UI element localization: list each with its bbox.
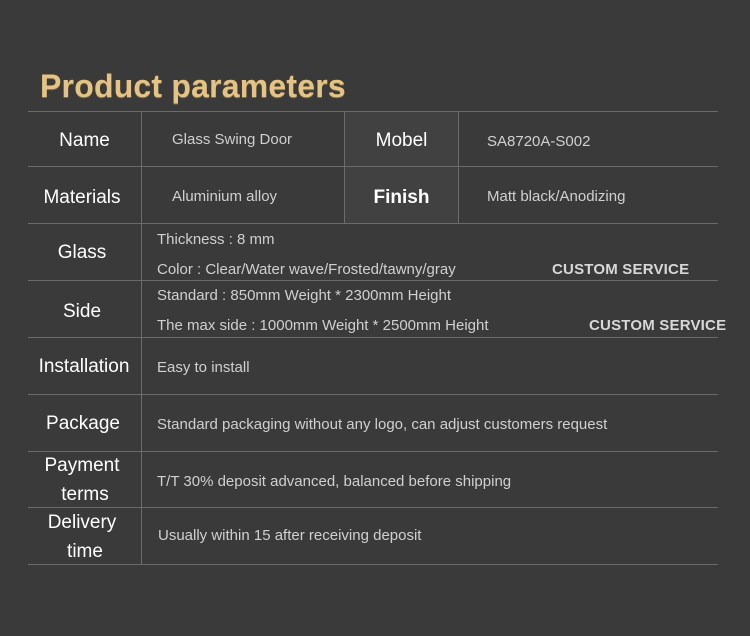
- delivery-label-line1: Delivery: [47, 512, 117, 533]
- finish-label: Finish: [373, 187, 430, 208]
- row-divider: [28, 337, 718, 338]
- column-divider: [458, 111, 459, 223]
- row-divider: [28, 223, 718, 224]
- materials-label: Materials: [43, 187, 121, 208]
- row-divider: [28, 111, 718, 112]
- glass-label: Glass: [57, 242, 107, 263]
- side-custom-service-badge: CUSTOM SERVICE: [589, 317, 727, 334]
- row-divider: [28, 280, 718, 281]
- delivery-label-line2: time: [67, 541, 103, 562]
- payment-label-line2: terms: [61, 484, 109, 505]
- row-divider: [28, 166, 718, 167]
- side-label: Side: [62, 301, 102, 322]
- finish-value: Matt black/Anodizing: [487, 188, 626, 205]
- glass-custom-service-badge: CUSTOM SERVICE: [552, 261, 690, 278]
- installation-value: Easy to install: [157, 359, 250, 376]
- glass-color: Color : Clear/Water wave/Frosted/tawny/g…: [157, 261, 456, 278]
- materials-value: Aluminium alloy: [172, 188, 278, 205]
- mobel-label: Mobel: [375, 130, 428, 151]
- payment-label-line1: Payment: [44, 455, 120, 476]
- name-label: Name: [59, 130, 110, 151]
- package-label: Package: [46, 413, 120, 434]
- page-title: Product parameters: [40, 68, 346, 104]
- glass-thickness: Thickness : 8 mm: [157, 231, 275, 248]
- payment-value: T/T 30% deposit advanced, balanced befor…: [157, 473, 512, 490]
- delivery-value: Usually within 15 after receiving deposi…: [158, 527, 422, 544]
- package-value: Standard packaging without any logo, can…: [157, 416, 608, 433]
- side-standard: Standard : 850mm Weight * 2300mm Height: [157, 287, 452, 304]
- side-max: The max side : 1000mm Weight * 2500mm He…: [157, 317, 489, 334]
- installation-label: Installation: [38, 356, 130, 377]
- mobel-value: SA8720A-S002: [487, 133, 591, 150]
- row-divider: [28, 394, 718, 395]
- name-value: Glass Swing Door: [172, 131, 293, 148]
